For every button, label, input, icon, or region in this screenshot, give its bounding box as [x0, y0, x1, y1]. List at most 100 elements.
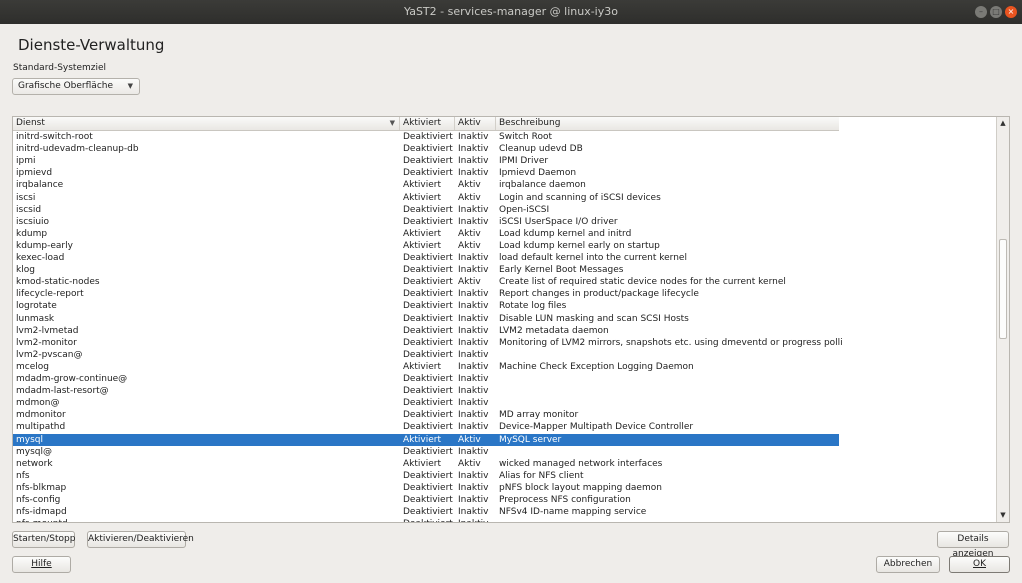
cell-enabled: Deaktiviert — [403, 253, 453, 263]
table-row[interactable]: mdadm-grow-continue@ Deaktiviert Inaktiv — [13, 373, 839, 385]
minimize-icon[interactable]: – — [975, 6, 987, 18]
table-row[interactable]: lvm2-monitor Deaktiviert Inaktiv Monitoring… — [13, 337, 842, 349]
cell-description: Preprocess NFS configuration — [499, 495, 631, 505]
cell-service: initrd-switch-root — [16, 132, 93, 142]
start-stop-button[interactable]: Starten/Stopp — [12, 531, 75, 548]
cell-enabled: Deaktiviert — [403, 277, 453, 288]
cell-enabled: Deaktiviert — [403, 216, 453, 227]
cell-enabled: Aktiviert — [403, 458, 441, 469]
cell-active: Inaktiv — [458, 132, 489, 142]
cell-service: lvm2-pvscan@ — [16, 349, 83, 360]
cell-enabled: Deaktiviert — [403, 337, 453, 348]
table-row[interactable]: kexec-load Deaktiviert Inaktiv load default… — [13, 252, 839, 264]
cell-enabled: Deaktiviert — [403, 446, 453, 457]
close-icon[interactable]: × — [1005, 6, 1017, 18]
cell-description: irqbalance daemon — [499, 180, 586, 191]
cell-enabled: Aktiviert — [403, 361, 441, 372]
column-header-enabled[interactable]: Aktiviert — [400, 117, 455, 130]
table-row[interactable]: lifecycle-report Deaktiviert Inaktiv Report… — [13, 288, 839, 300]
column-header-description[interactable]: Beschreibung — [496, 117, 839, 130]
cell-enabled: Deaktiviert — [403, 265, 453, 276]
cell-enabled: Deaktiviert — [403, 325, 453, 336]
table-row[interactable]: lvm2-lvmetad Deaktiviert Inaktiv LVM2 metad… — [13, 325, 839, 337]
table-row[interactable]: iscsiuio Deaktiviert Inaktiv iSCSI UserSpac… — [13, 216, 839, 228]
table-row[interactable]: kdump-early Aktiviert Aktiv Load kdump kern… — [13, 240, 839, 252]
arrow-down-icon[interactable]: ▼ — [997, 510, 1009, 521]
cell-active: Inaktiv — [458, 374, 489, 384]
cell-active: Inaktiv — [458, 313, 489, 324]
cell-service: nfs-config — [16, 495, 61, 505]
table-row[interactable]: nfs-idmapd Deaktiviert Inaktiv NFSv4 ID-nam… — [13, 506, 839, 518]
help-button[interactable]: Hilfe — [12, 556, 71, 573]
cell-service: logrotate — [16, 301, 57, 312]
chevron-down-icon: ▼ — [127, 82, 133, 90]
table-row[interactable]: mdadm-last-resort@ Deaktiviert Inaktiv — [13, 385, 839, 397]
table-row[interactable]: kdump Aktiviert Aktiv Load kdump kernel and… — [13, 228, 839, 240]
cell-enabled: Deaktiviert — [403, 410, 453, 421]
table-row[interactable]: ipmievd Deaktiviert Inaktiv Ipmievd Daemon — [13, 167, 839, 179]
table-row[interactable]: initrd-switch-root Deaktiviert Inaktiv Swit… — [13, 131, 839, 143]
cell-active: Aktiv — [458, 458, 481, 469]
cell-enabled: Deaktiviert — [403, 495, 453, 505]
table-row[interactable]: nfs-mountdDeaktiviertInaktiv — [13, 518, 839, 522]
enable-disable-button[interactable]: Aktivieren/Deaktivieren — [87, 531, 194, 548]
column-header-service[interactable]: Dienst ▼ — [13, 117, 400, 130]
arrow-up-icon[interactable]: ▲ — [997, 118, 1009, 129]
cell-active: Inaktiv — [458, 168, 489, 179]
cell-service: multipathd — [16, 422, 66, 433]
cell-enabled: Aktiviert — [403, 228, 441, 239]
table-row[interactable]: mysql@ Deaktiviert Inaktiv — [13, 446, 839, 458]
table-row[interactable]: nfs-config Deaktiviert Inaktiv Preprocess N… — [13, 494, 839, 506]
cell-service: klog — [16, 265, 35, 276]
default-target-combobox[interactable]: Grafische Oberfläche ▼ — [12, 78, 140, 95]
cell-active: Inaktiv — [458, 361, 489, 372]
table-row[interactable]: irqbalance Aktiviert Aktiv irqbalance daemo… — [13, 179, 839, 191]
table-row[interactable]: network Aktiviert Aktiv wicked managed netw… — [13, 458, 839, 470]
cell-service: nfs — [16, 470, 30, 481]
table-row[interactable]: nfs Deaktiviert Inaktiv Alias for NFS clien… — [13, 470, 839, 482]
cell-description: Load kdump kernel and initrd — [499, 228, 632, 239]
cell-active: Inaktiv — [458, 507, 489, 518]
table-row[interactable]: nfs-blkmap Deaktiviert Inaktiv pNFS block l… — [13, 482, 839, 494]
table-row[interactable]: lvm2-pvscan@ Deaktiviert Inaktiv — [13, 349, 839, 361]
default-target-label: Standard-Systemziel — [13, 63, 107, 73]
cancel-button[interactable]: Abbrechen — [876, 556, 940, 573]
cell-description: Create list of required static device no… — [499, 277, 786, 288]
cell-service: iscsid — [16, 204, 42, 215]
cell-enabled: Deaktiviert — [403, 386, 453, 397]
table-row[interactable]: mcelog Aktiviert Inaktiv Machine Check Exce… — [13, 361, 839, 373]
table-row[interactable]: lunmask Deaktiviert Inaktiv Disable LUN mas… — [13, 313, 839, 325]
table-row[interactable]: iscsid Deaktiviert Inaktiv Open-iSCSI — [13, 204, 839, 216]
column-header-active[interactable]: Aktiv — [455, 117, 496, 130]
cell-description: Disable LUN masking and scan SCSI Hosts — [499, 313, 689, 324]
cell-service: iscsi — [16, 192, 36, 203]
cell-enabled: Deaktiviert — [403, 398, 453, 409]
show-details-button[interactable]: Details anzeigen — [937, 531, 1009, 559]
table-row[interactable]: mdmonitor Deaktiviert Inaktiv MD array moni… — [13, 409, 839, 421]
vertical-scrollbar[interactable]: ▲ ▼ — [996, 117, 1009, 522]
cell-description: Load kdump kernel early on startup — [499, 240, 660, 251]
cell-active: Inaktiv — [458, 398, 489, 409]
cell-description: Alias for NFS client — [499, 470, 584, 481]
cell-active: Inaktiv — [458, 410, 489, 421]
cell-active: Inaktiv — [458, 337, 489, 348]
table-row[interactable]: logrotate Deaktiviert Inaktiv Rotate log fi… — [13, 300, 839, 312]
table-row[interactable]: klog Deaktiviert Inaktiv Early Kernel Boot … — [13, 264, 839, 276]
ok-button[interactable]: OK — [949, 556, 1010, 573]
services-table[interactable]: Dienst ▼ Aktiviert Aktiv Beschreibung in… — [12, 116, 1010, 523]
table-row[interactable]: iscsi Aktiviert Aktiv Login and scanning of… — [13, 192, 839, 204]
cell-service: lifecycle-report — [16, 289, 84, 300]
maximize-icon[interactable]: □ — [990, 6, 1002, 18]
cell-description: pNFS block layout mapping daemon — [499, 482, 662, 493]
cell-enabled: Deaktiviert — [403, 204, 453, 215]
cell-service: nfs-mountd — [13, 518, 403, 522]
cell-enabled: Deaktiviert — [403, 168, 453, 179]
table-row[interactable]: mysql Aktiviert Aktiv MySQL server — [13, 433, 839, 446]
scrollbar-thumb[interactable] — [999, 239, 1007, 339]
table-row[interactable]: multipathd Deaktiviert Inaktiv Device-Mappe… — [13, 421, 839, 433]
table-row[interactable]: initrd-udevadm-cleanup-db Deaktiviert Inak… — [13, 143, 839, 155]
table-row[interactable]: kmod-static-nodes Deaktiviert Aktiv Create … — [13, 276, 839, 288]
table-row[interactable]: ipmi Deaktiviert Inaktiv IPMI Driver — [13, 155, 839, 167]
cell-active: Inaktiv — [458, 144, 489, 155]
table-row[interactable]: mdmon@ Deaktiviert Inaktiv — [13, 397, 839, 409]
